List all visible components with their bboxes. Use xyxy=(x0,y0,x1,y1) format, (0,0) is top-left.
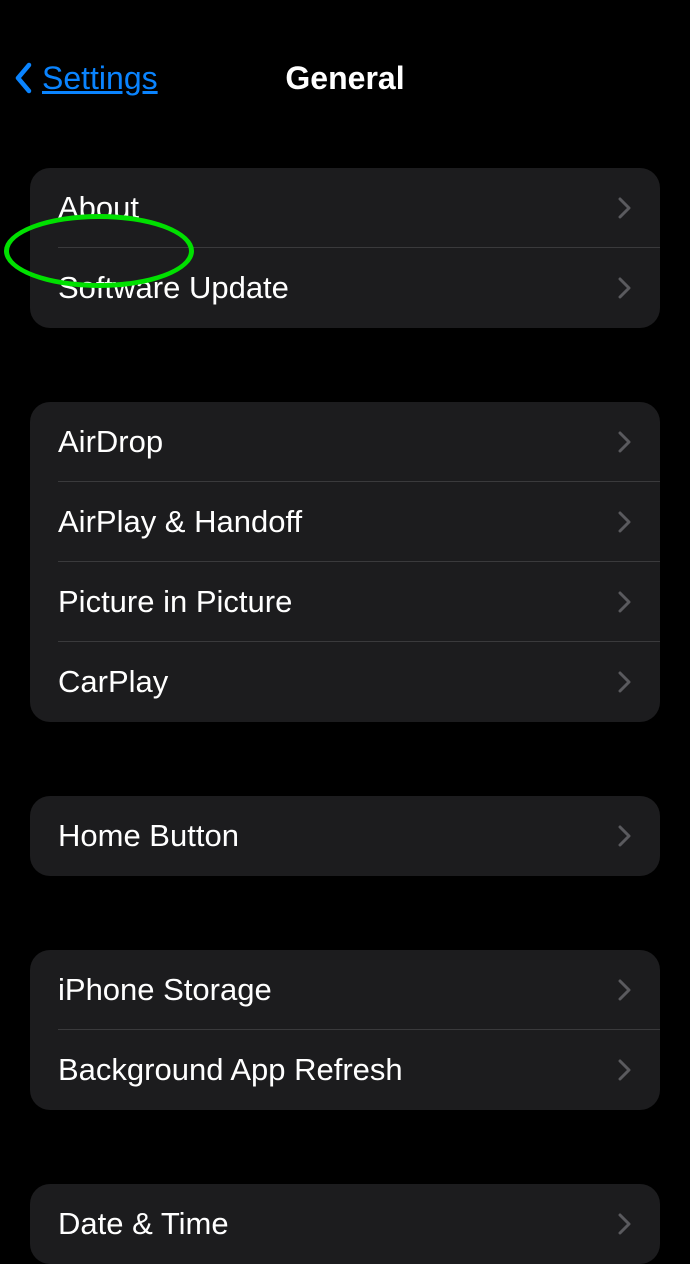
row-iphone-storage[interactable]: iPhone Storage xyxy=(30,950,660,1030)
page-title: General xyxy=(285,60,404,97)
row-label: Background App Refresh xyxy=(58,1052,403,1088)
group-about: About Software Update xyxy=(30,168,660,328)
chevron-right-icon xyxy=(618,277,632,299)
chevron-right-icon xyxy=(618,197,632,219)
row-date-time[interactable]: Date & Time xyxy=(30,1184,660,1264)
row-picture-in-picture[interactable]: Picture in Picture xyxy=(30,562,660,642)
row-label: CarPlay xyxy=(58,664,168,700)
row-airdrop[interactable]: AirDrop xyxy=(30,402,660,482)
row-label: About xyxy=(58,190,139,226)
chevron-right-icon xyxy=(618,671,632,693)
navigation-bar: Settings General xyxy=(0,28,690,128)
chevron-right-icon xyxy=(618,431,632,453)
back-button[interactable]: Settings xyxy=(14,60,158,97)
chevron-right-icon xyxy=(618,511,632,533)
row-label: Home Button xyxy=(58,818,239,854)
row-software-update[interactable]: Software Update xyxy=(30,248,660,328)
chevron-right-icon xyxy=(618,1213,632,1235)
chevron-right-icon xyxy=(618,979,632,1001)
row-label: iPhone Storage xyxy=(58,972,272,1008)
row-label: Software Update xyxy=(58,270,289,306)
chevron-right-icon xyxy=(618,825,632,847)
group-connectivity: AirDrop AirPlay & Handoff Picture in Pic… xyxy=(30,402,660,722)
group-home-button: Home Button xyxy=(30,796,660,876)
row-airplay-handoff[interactable]: AirPlay & Handoff xyxy=(30,482,660,562)
group-datetime: Date & Time xyxy=(30,1184,660,1264)
settings-content: About Software Update AirDrop AirPlay & … xyxy=(0,128,690,1264)
row-label: AirDrop xyxy=(58,424,163,460)
chevron-left-icon xyxy=(14,62,34,94)
row-background-app-refresh[interactable]: Background App Refresh xyxy=(30,1030,660,1110)
row-label: Date & Time xyxy=(58,1206,229,1242)
row-label: AirPlay & Handoff xyxy=(58,504,302,540)
row-home-button[interactable]: Home Button xyxy=(30,796,660,876)
back-label: Settings xyxy=(42,60,158,97)
row-label: Picture in Picture xyxy=(58,584,292,620)
chevron-right-icon xyxy=(618,1059,632,1081)
chevron-right-icon xyxy=(618,591,632,613)
row-about[interactable]: About xyxy=(30,168,660,248)
row-carplay[interactable]: CarPlay xyxy=(30,642,660,722)
group-storage: iPhone Storage Background App Refresh xyxy=(30,950,660,1110)
